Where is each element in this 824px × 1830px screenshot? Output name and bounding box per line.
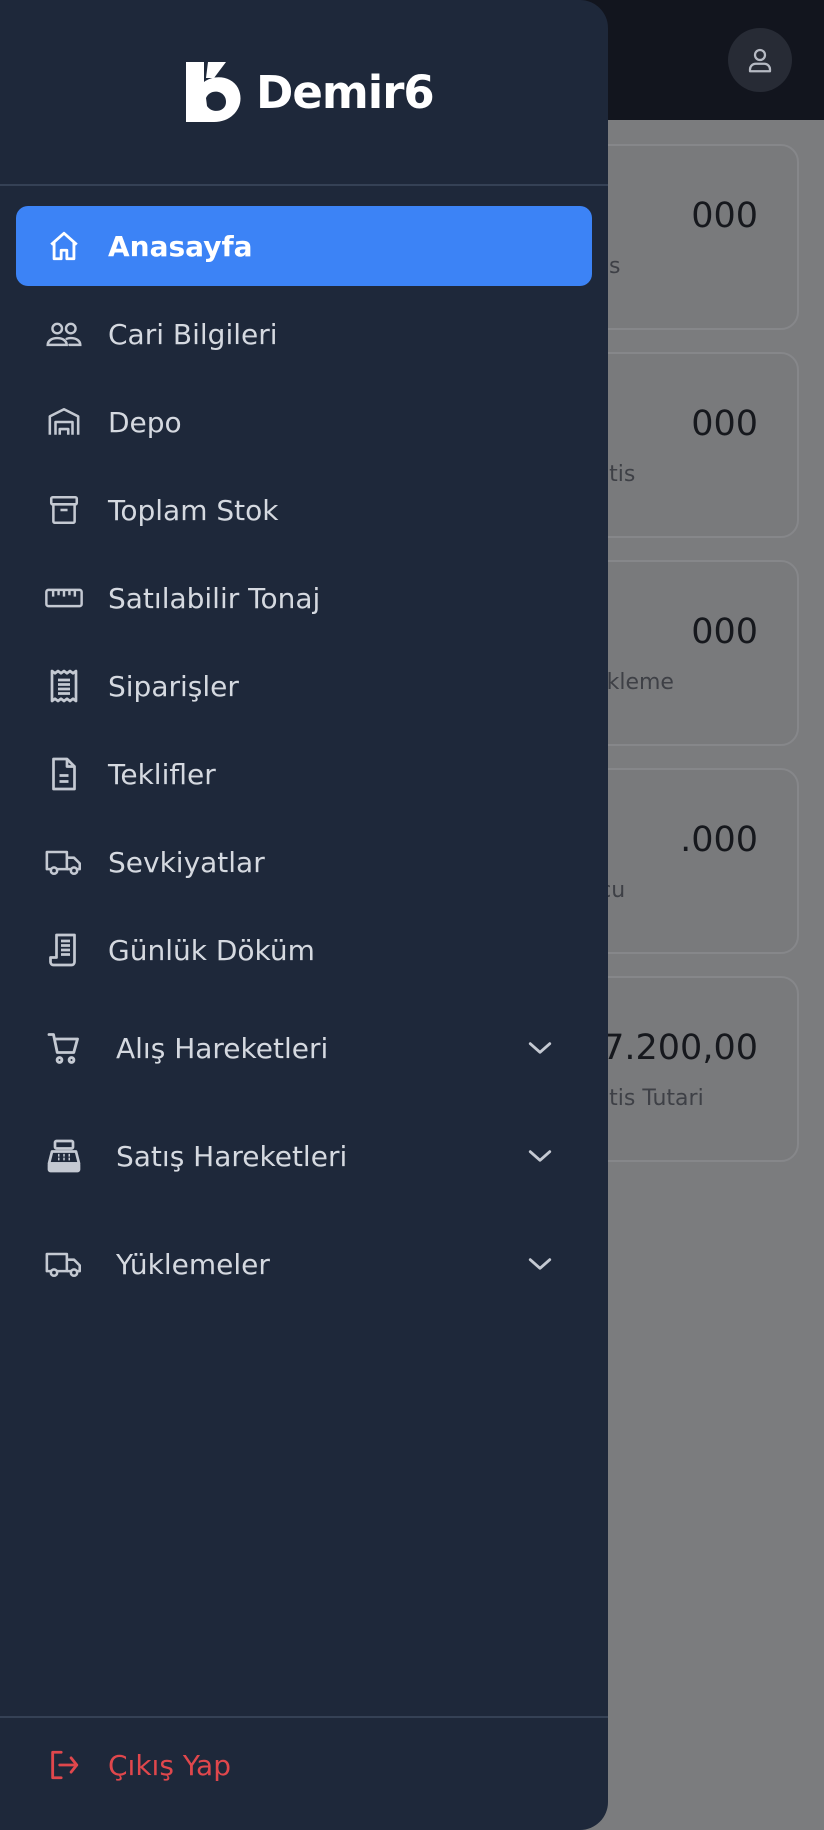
divider: [0, 184, 608, 186]
sidebar-item-gunluk-dokum[interactable]: Günlük Döküm: [16, 910, 592, 990]
sidebar-item-label: Siparişler: [108, 669, 239, 703]
logout-button[interactable]: Çıkış Yap: [16, 1725, 592, 1805]
sidebar-group-label: Yüklemeler: [116, 1247, 270, 1281]
sidebar-item-label: Teklifler: [108, 757, 216, 791]
sidebar-group-alis-hareketleri[interactable]: Alış Hareketleri: [16, 1008, 592, 1088]
logout-label: Çıkış Yap: [108, 1748, 231, 1782]
truck-icon: [44, 842, 84, 882]
document-icon: [44, 754, 84, 794]
chevron-down-icon: [524, 1248, 556, 1280]
cart-icon: [44, 1028, 84, 1068]
warehouse-icon: [44, 402, 84, 442]
sidebar-item-label: Satılabilir Tonaj: [108, 581, 321, 615]
sidebar-group-label: Satış Hareketleri: [116, 1139, 348, 1173]
ruler-icon: [44, 578, 84, 618]
profile-button[interactable]: [728, 28, 792, 92]
sidebar-item-teklifler[interactable]: Teklifler: [16, 734, 592, 814]
users-icon: [44, 314, 84, 354]
sidebar-item-toplam-stok[interactable]: Toplam Stok: [16, 470, 592, 550]
sidebar-item-label: Sevkiyatlar: [108, 845, 265, 879]
sidebar-item-siparisler[interactable]: Siparişler: [16, 646, 592, 726]
user-icon: [748, 48, 772, 73]
divider: [0, 1716, 608, 1718]
sidebar-item-satilabilir-tonaj[interactable]: Satılabilir Tonaj: [16, 558, 592, 638]
sidebar-item-label: Günlük Döküm: [108, 933, 315, 967]
brand-name: Demir6: [256, 65, 435, 119]
sidebar-item-label: Cari Bilgileri: [108, 317, 278, 351]
brand-logo[interactable]: Demir6: [186, 60, 435, 124]
sidebar-item-label: Toplam Stok: [108, 493, 279, 527]
receipt-icon: [44, 666, 84, 706]
navigation-drawer: Demir6 Anasayfa Cari Bilgileri Depo Topl…: [0, 0, 608, 1830]
sidebar-group-label: Alış Hareketleri: [116, 1031, 329, 1065]
sidebar-item-label: Depo: [108, 405, 182, 439]
sidebar-group-yuklemeler[interactable]: Yüklemeler: [16, 1224, 592, 1304]
sidebar-group-satis-hareketleri[interactable]: Satış Hareketleri: [16, 1116, 592, 1196]
home-icon: [44, 226, 84, 266]
sidebar-item-cari-bilgileri[interactable]: Cari Bilgileri: [16, 294, 592, 374]
sidebar-item-label: Anasayfa: [108, 229, 253, 263]
demir6-logo-icon: [186, 62, 241, 122]
sidebar-item-depo[interactable]: Depo: [16, 382, 592, 462]
sidebar-item-sevkiyatlar[interactable]: Sevkiyatlar: [16, 822, 592, 902]
archive-icon: [44, 490, 84, 530]
cash-register-icon: [44, 1136, 84, 1176]
sidebar-item-anasayfa[interactable]: Anasayfa: [16, 206, 592, 286]
chevron-down-icon: [524, 1140, 556, 1172]
truck-icon: [44, 1244, 84, 1284]
report-icon: [44, 930, 84, 970]
logout-icon: [44, 1745, 84, 1785]
chevron-down-icon: [524, 1032, 556, 1064]
